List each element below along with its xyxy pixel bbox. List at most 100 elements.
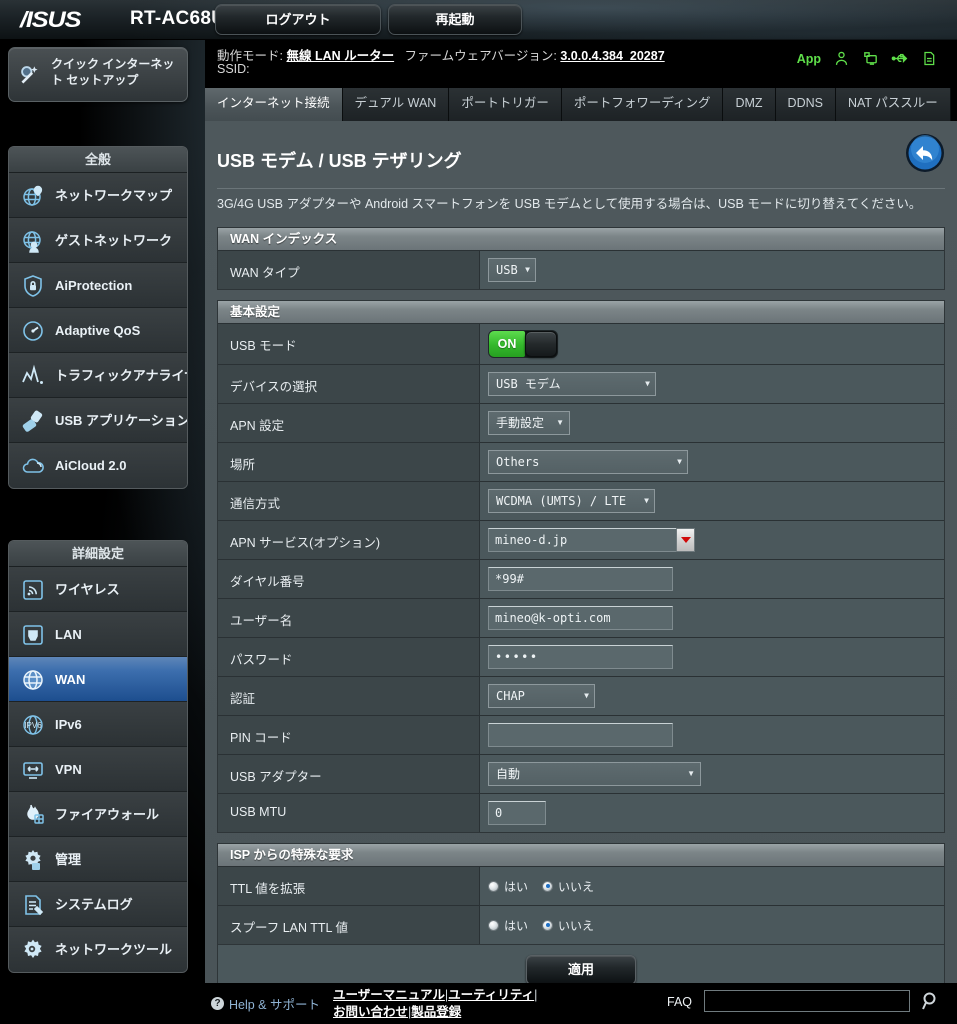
tab-internet-connection[interactable]: インターネット接続 [205,88,343,121]
sidebar-item-vpn[interactable]: VPN [9,747,187,792]
client-user-icon[interactable] [833,50,850,67]
authentication-select[interactable]: CHAP [488,684,595,708]
value-device-select: USB モデム [480,365,944,403]
sidebar-item-administration[interactable]: 管理 [9,837,187,882]
device-select[interactable]: USB モデム [488,372,656,396]
sidebar-item-wan[interactable]: WAN [9,657,187,702]
apn-service-combobox[interactable]: mineo-d.jp [488,528,695,552]
row-password: パスワード ••••• [218,637,944,676]
radio-label: いいえ [558,918,595,933]
globe-icon [21,668,45,692]
communication-method-select[interactable]: WCDMA (UMTS) / LTE [488,489,655,513]
sidebar-item-usb-application[interactable]: USB アプリケーション [9,398,187,443]
isp-requirements-header: ISP からの特殊な要求 [218,843,944,866]
pin-code-input[interactable] [488,723,673,747]
spoof-lan-ttl-radio-no[interactable]: いいえ [542,917,594,934]
row-apn-service: APN サービス(オプション) mineo-d.jp [218,520,944,559]
operation-mode-label: 動作モード: [217,49,283,63]
radio-dot [542,880,554,892]
spoof-lan-ttl-radio-group: はい いいえ [488,917,594,934]
svg-text:IPV6: IPV6 [24,721,42,730]
wan-index-section: WAN インデックス WAN タイプ USB [217,227,945,290]
tab-dual-wan[interactable]: デュアル WAN [342,88,450,121]
wan-type-select[interactable]: USB [488,258,536,282]
row-username: ユーザー名 mineo@k-opti.com [218,598,944,637]
quick-internet-setup-button[interactable]: クイック インターネット セットアップ [8,47,188,102]
sidebar-item-firewall[interactable]: ファイアウォール [9,792,187,837]
usb-icon[interactable] [891,50,909,67]
row-usb-mtu: USB MTU 0 [218,793,944,832]
tab-nat-passthrough[interactable]: NAT パススルー [835,88,951,121]
operation-mode-value[interactable]: 無線 LAN ルーター [286,49,394,63]
help-support[interactable]: ? Help & サポート [211,994,320,1013]
app-text[interactable]: App [797,52,821,66]
chevron-down-icon[interactable] [676,528,695,552]
dial-number-input[interactable]: *99# [488,567,673,591]
vpn-icon [21,758,45,782]
sidebar-item-network-map[interactable]: ネットワークマップ [9,173,187,218]
firmware-version-value[interactable]: 3.0.0.4.384_20287 [560,49,664,63]
faq-search-input[interactable] [704,990,910,1012]
administration-gear-icon [21,848,45,872]
apn-setting-select[interactable]: 手動設定 [488,411,570,435]
sidebar-item-ipv6[interactable]: IPV6 IPv6 [9,702,187,747]
sidebar-item-aicloud[interactable]: AiCloud 2.0 [9,443,187,488]
sidebar-item-aiprotection[interactable]: AiProtection [9,263,187,308]
tab-port-forwarding[interactable]: ポートフォワーディング [561,88,724,121]
tab-dmz[interactable]: DMZ [723,88,776,121]
magnifier-icon[interactable] [919,989,943,1013]
logout-button[interactable]: ログアウト [215,4,381,35]
location-select[interactable]: Others [488,450,688,474]
sidebar-item-adaptive-qos[interactable]: Adaptive QoS [9,308,187,353]
link-separator-2: | [534,988,538,1002]
link-contact[interactable]: お問い合わせ [333,1005,408,1019]
sidebar-item-lan[interactable]: LAN [9,612,187,657]
reboot-button[interactable]: 再起動 [388,4,522,35]
username-input[interactable]: mineo@k-opti.com [488,606,673,630]
sidebar-item-system-log[interactable]: システムログ [9,882,187,927]
traffic-analyzer-icon [21,364,45,388]
wan-index-header: WAN インデックス [218,227,944,250]
link-utility[interactable]: ユーティリティ [448,988,534,1002]
sidebar-label: ワイヤレス [55,582,120,597]
device-info-strip: 動作モード: 無線 LAN ルーター ファームウェアバージョン: 3.0.0.4… [205,40,957,88]
usb-application-icon [21,409,45,433]
value-location: Others [480,443,944,481]
spoof-lan-ttl-radio-yes[interactable]: はい [488,917,528,934]
sidebar-item-network-tools[interactable]: ネットワークツール [9,927,187,972]
tab-port-trigger[interactable]: ポートトリガー [449,88,562,121]
value-apn-setting: 手動設定 [480,404,944,442]
row-authentication: 認証 CHAP [218,676,944,715]
usb-adapter-select[interactable]: 自動 [488,762,701,786]
extend-ttl-radio-no[interactable]: いいえ [542,878,594,895]
ssid-label: SSID: [217,62,250,76]
label-extend-ttl: TTL 値を拡張 [218,867,480,905]
password-input[interactable]: ••••• [488,645,673,669]
link-user-manual[interactable]: ユーザーマニュアル [333,988,445,1002]
value-dial-number: *99# [480,560,944,598]
value-usb-mtu: 0 [480,794,944,832]
usb-device-monitor-icon[interactable] [862,50,879,67]
extend-ttl-radio-yes[interactable]: はい [488,878,528,895]
apn-service-input[interactable]: mineo-d.jp [488,528,676,552]
sidebar-label: USB アプリケーション [55,413,188,428]
sidebar-label: AiCloud 2.0 [55,458,127,473]
tab-ddns[interactable]: DDNS [775,88,836,121]
status-icon-tray: App [797,50,937,67]
apply-button[interactable]: 適用 [526,954,636,985]
label-username: ユーザー名 [218,599,480,637]
back-arrow-icon[interactable] [905,133,945,173]
radio-dot [542,919,554,931]
value-apn-service: mineo-d.jp [480,521,944,559]
sidebar-item-traffic-analyzer[interactable]: トラフィックアナライザー [9,353,187,398]
sidebar-label: 管理 [55,852,82,867]
usb-mode-toggle[interactable]: ON [488,330,558,358]
usb-mode-toggle-knob [525,331,557,357]
usb-mtu-input[interactable]: 0 [488,801,546,825]
link-product-register[interactable]: 製品登録 [411,1005,461,1019]
printer-page-icon[interactable] [921,50,937,67]
sidebar-item-wireless[interactable]: ワイヤレス [9,567,187,612]
sidebar-item-guest-network[interactable]: ゲストネットワーク [9,218,187,263]
cloud-icon [21,454,45,478]
